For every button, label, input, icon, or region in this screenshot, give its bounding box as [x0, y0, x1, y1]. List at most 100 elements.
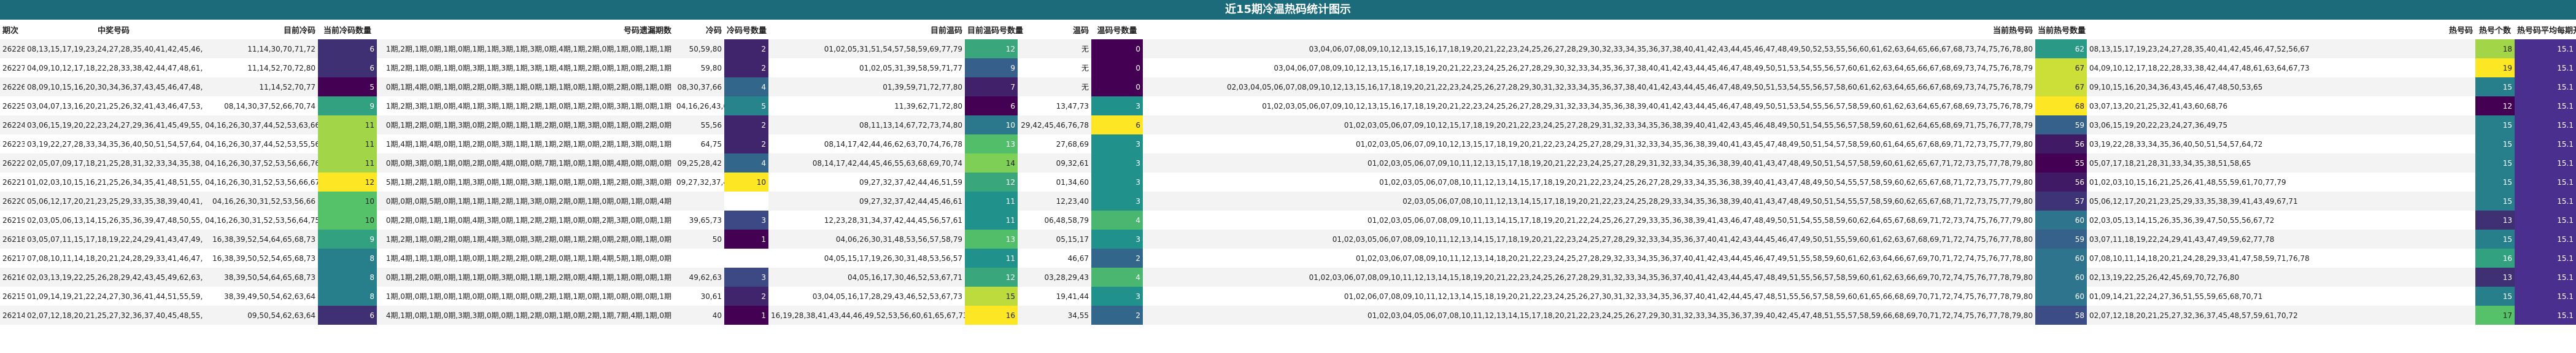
cell-cold-count: 2 [724, 287, 768, 306]
cell-hot-now-count: 62 [2035, 39, 2087, 58]
col-hot-now: 当前热号码 [1143, 20, 2035, 39]
cell-hot-count: 15 [2475, 115, 2515, 134]
cell-progress: 1期,2期,1期,0期,2期,0期,1期,4期,3期,0期,3期,2期,0期,1… [377, 230, 674, 249]
cell-target: 04,16,26,30,37,44,52,53,63,66,70 [203, 115, 318, 134]
cell-avg: 15.1 [2515, 39, 2576, 58]
cell-warm: 12,23,40 [1018, 192, 1091, 211]
cell-cold-now-count: 9 [318, 230, 377, 249]
cell-progress: 5期,1期,2期,1期,0期,1期,3期,0期,1期,0期,3期,1期,0期,1… [385, 178, 671, 187]
cell-target: 04,16,26,30,37,52,53,56,66,76 [203, 153, 318, 173]
cell-cold-count: 4 [724, 77, 768, 96]
cell-hot-count: 19 [2475, 58, 2515, 77]
col-cold-now-count: 当前冷码数量 [318, 20, 377, 39]
cell-hot-now-count: 60 [2035, 249, 2087, 268]
cell-target: 04,16,26,30,31,52,53,56,64,75 [205, 215, 318, 225]
cell-warm: 05,15,17 [1018, 230, 1091, 249]
cell-target-warm: 12,23,28,31,34,37,42,44,45,56,57,61 [824, 215, 962, 225]
cell-progress: 1期,0期,0期,1期,0期,1期,0期,0期,1期,0期,0期,2期,1期,1… [385, 292, 671, 301]
cell-cold: 59,80 [700, 63, 722, 72]
cell-hot-count: 13 [2475, 211, 2515, 230]
cell-cold-now-count: 6 [318, 306, 377, 325]
cell-hot-now-count: 60 [2035, 211, 2087, 230]
cell-avg: 15.1 [2515, 153, 2576, 173]
cell-target-warm: 11,39,62,71,72,80 [894, 101, 962, 111]
cell-warm-count2: 3 [1091, 287, 1143, 306]
cell-period: 26224 [0, 115, 25, 134]
cell-target: 38,39,49,50,54,62,63,64 [224, 292, 315, 301]
cell-avg: 15.1 [2515, 173, 2576, 192]
col-warm-count2: 温码号数量 [1091, 20, 1143, 39]
cell-hot-count: 16 [2475, 249, 2515, 268]
cell-hot-count: 17 [2475, 306, 2515, 325]
cell-hot-now: 01,02,03,05,06,07,08,10,11,12,13,14,15,1… [1379, 177, 2033, 187]
cell-cold-now-count: 9 [318, 96, 377, 115]
cell-warm: 无 [1018, 39, 1091, 58]
cell-target: 04,16,26,30,31,52,53,56,66,67,70,76 [205, 177, 318, 187]
cell-hot: 03,06,15,19,20,22,23,24,27,36,49,75 [2087, 115, 2475, 134]
cell-cold-count: 2 [724, 58, 768, 77]
col-cold: 冷码 [674, 20, 724, 39]
cell-hot-now: 01,02,03,04,05,06,07,08,10,11,12,13,14,1… [1143, 306, 2035, 325]
cell-warm: 无 [1018, 77, 1091, 96]
cell-winning: 05,06,12,17,20,21,23,25,29,33,35,38,39,4… [25, 192, 203, 211]
cell-warm-count: 11 [965, 249, 1018, 268]
table-row: 26215 01,09,14,19,21,22,24,27,30,36,41,44… [0, 287, 2576, 306]
cell-cold: 09,25,28,42 [674, 153, 724, 173]
cell-progress: 1期,4期,1期,4期,0期,1期,2期,0期,3期,1期,1期,1期,2期,1… [385, 140, 671, 149]
cell-hot-now: 01,02,03,05,06,07,09,10,11,12,13,15,17,1… [1143, 153, 2035, 173]
cell-warm-count: 13 [965, 230, 1018, 249]
table-row: 26216 02,03,13,19,22,25,26,28,29,42,43,45… [0, 268, 2576, 287]
cell-avg: 15.1 [2515, 96, 2576, 115]
cell-target-warm: 01,39,59,71,72,77,80 [768, 77, 965, 96]
cell-avg: 15.1 [2515, 58, 2576, 77]
cell-progress: 1期,4期,1期,1期,0期,1期,0期,1期,2期,2期,0期,2期,0期,1… [385, 254, 671, 263]
cell-hot-now: 01,02,03,05,06,07,08,09,10,11,13,14,15,1… [1367, 215, 2033, 225]
cell-hot-count: 15 [2475, 153, 2515, 173]
cell-target-warm: 09,27,32,37,42,44,46,51,59 [859, 177, 962, 187]
cell-warm: 06,48,58,79 [1044, 215, 1089, 225]
cell-cold-now-count: 5 [318, 77, 377, 96]
cell-period: 26218 [0, 230, 25, 249]
cell-warm-count2: 4 [1091, 211, 1143, 230]
cell-hot-now: 02,03,05,06,07,08,10,11,12,13,14,15,17,1… [1143, 192, 2035, 211]
cell-hot: 01,09,14,21,22,24,27,36,51,55,59,65,68,7… [2089, 292, 2263, 301]
col-avg: 热号码平均每期开出数量 [2515, 20, 2576, 39]
cell-winning: 04,09,10,12,17,18,22,28,33,38,42,44,47,4… [27, 63, 203, 72]
cell-cold-count: 2 [724, 134, 768, 153]
cell-hot: 05,07,17,18,21,28,31,33,34,35,38,51,58,6… [2087, 153, 2475, 173]
cell-warm-count: 11 [965, 192, 1018, 211]
cell-warm-count: 12 [965, 173, 1018, 192]
cell-warm-count: 16 [965, 306, 1018, 325]
cell-avg: 15.1 [2515, 249, 2576, 268]
cell-warm-count2: 0 [1091, 58, 1143, 77]
cell-warm-count2: 6 [1091, 115, 1143, 134]
cell-cold-now-count: 10 [318, 192, 377, 211]
cell-warm-count2: 0 [1091, 39, 1143, 58]
cell-cold: 09,27,32,37,42,44,46,51,59 [676, 177, 724, 187]
cell-period: 26223 [2, 139, 25, 149]
cell-cold: 50 [674, 230, 724, 249]
table-row: 26221 01,02,03,10,15,16,21,25,26,34,35,41… [0, 173, 2576, 192]
col-target-warm: 目前温码 [768, 20, 965, 39]
table-row: 26222 02,05,07,09,17,18,21,25,28,31,32,33… [0, 153, 2576, 173]
cell-target-warm: 04,06,26,30,31,48,53,56,57,58,79 [768, 230, 965, 249]
cell-warm-count: 11 [965, 211, 1018, 230]
cell-avg: 15.1 [2515, 115, 2576, 134]
cell-cold-count: 1 [724, 306, 768, 325]
cell-period: 26226 [0, 77, 25, 96]
cell-hot-count: 15 [2475, 77, 2515, 96]
table-row: 26217 07,08,10,11,14,18,20,21,24,28,29,33… [0, 249, 2576, 268]
cell-hot-now-count: 68 [2035, 96, 2087, 115]
table-row: 26223 03,19,22,27,28,33,34,35,36,40,50,51… [0, 134, 2576, 153]
cell-hot-now: 03,04,06,07,08,09,10,12,13,15,16,17,18,1… [1143, 39, 2035, 58]
cell-warm: 01,34,60 [1056, 177, 1089, 187]
cell-hot-now: 01,02,03,05,06,07,09,10,12,15,17,18,19,2… [1143, 115, 2035, 134]
cell-cold [674, 192, 724, 211]
cell-warm-count: 6 [965, 96, 1018, 115]
cell-target: 16,38,39,50,52,54,65,68,73 [212, 254, 315, 263]
cell-hot-count: 15 [2475, 287, 2515, 306]
col-hot-count: 热号个数 [2475, 20, 2515, 39]
cell-target-warm: 01,02,05,31,51,54,57,58,59,69,77,79 [768, 39, 965, 58]
cell-hot-now-count: 58 [2035, 306, 2087, 325]
cell-progress: 0期,0期,0期,5期,0期,1期,1期,1期,2期,1期,3期,0期,2期,0… [377, 192, 674, 211]
